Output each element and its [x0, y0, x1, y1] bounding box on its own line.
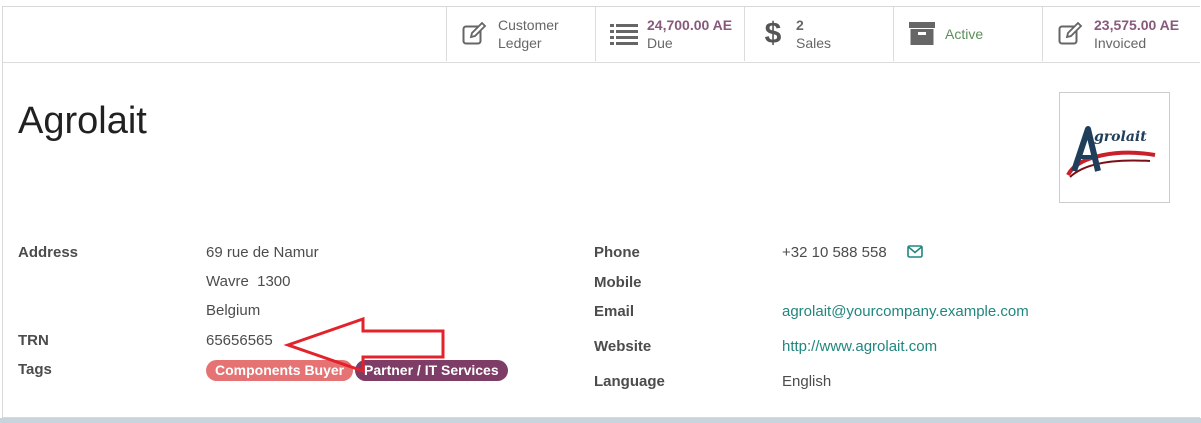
invoiced-amount: 23,575.00 AE: [1094, 17, 1180, 33]
annotation-arrow-icon: [283, 316, 445, 374]
phone-value[interactable]: +32 10 588 558: [782, 244, 887, 261]
pencil-square-icon: [1057, 20, 1085, 48]
partner-name[interactable]: Agrolait: [18, 100, 147, 143]
website-label: Website: [594, 338, 652, 355]
tags-label: Tags: [18, 361, 52, 378]
dollar-icon: $: [764, 17, 782, 50]
customer-ledger-line1: Customer: [498, 17, 559, 33]
partner-logo[interactable]: grolait: [1059, 92, 1170, 203]
sales-count: 2: [796, 17, 804, 33]
address-country[interactable]: Belgium: [206, 302, 260, 319]
mobile-label: Mobile: [594, 274, 642, 291]
active-toggle-button[interactable]: Active: [893, 7, 1042, 61]
archive-icon: [908, 20, 936, 48]
email-label: Email: [594, 303, 635, 320]
customer-ledger-line2: Ledger: [498, 35, 542, 51]
address-street[interactable]: 69 rue de Namur: [206, 244, 319, 261]
sales-button[interactable]: $ 2 Sales: [744, 7, 893, 61]
due-amount: 24,700.00 AE: [647, 17, 733, 33]
address-label: Address: [18, 244, 79, 261]
address-city-zip[interactable]: Wavre 1300: [206, 273, 291, 290]
list-icon: [610, 20, 638, 48]
sales-label: Sales: [796, 35, 832, 51]
invoiced-button[interactable]: 23,575.00 AE Invoiced: [1042, 7, 1201, 61]
active-status-label: Active: [945, 26, 984, 42]
svg-text:grolait: grolait: [1094, 129, 1147, 145]
customer-ledger-button[interactable]: Customer Ledger: [446, 7, 595, 61]
bottom-border-bar: [0, 418, 1201, 423]
trn-label: TRN: [18, 332, 49, 349]
pencil-square-icon: [461, 20, 489, 48]
invoiced-label: Invoiced: [1094, 35, 1147, 51]
phone-label: Phone: [594, 244, 640, 261]
website-link[interactable]: http://www.agrolait.com: [782, 338, 937, 355]
partner-form-sheet: Customer Ledger 24,700.00 AE Due $ 2 Sal…: [2, 6, 1200, 418]
email-link[interactable]: agrolait@yourcompany.example.com: [782, 303, 1029, 320]
language-value[interactable]: English: [782, 373, 831, 390]
agrolait-logo-icon: grolait: [1066, 126, 1156, 178]
trn-value[interactable]: 65656565: [206, 332, 273, 349]
envelope-icon[interactable]: [907, 245, 923, 263]
due-label: Due: [647, 35, 673, 51]
language-label: Language: [594, 373, 665, 390]
due-button[interactable]: 24,700.00 AE Due: [595, 7, 744, 61]
smart-button-box: Customer Ledger 24,700.00 AE Due $ 2 Sal…: [3, 7, 1200, 63]
